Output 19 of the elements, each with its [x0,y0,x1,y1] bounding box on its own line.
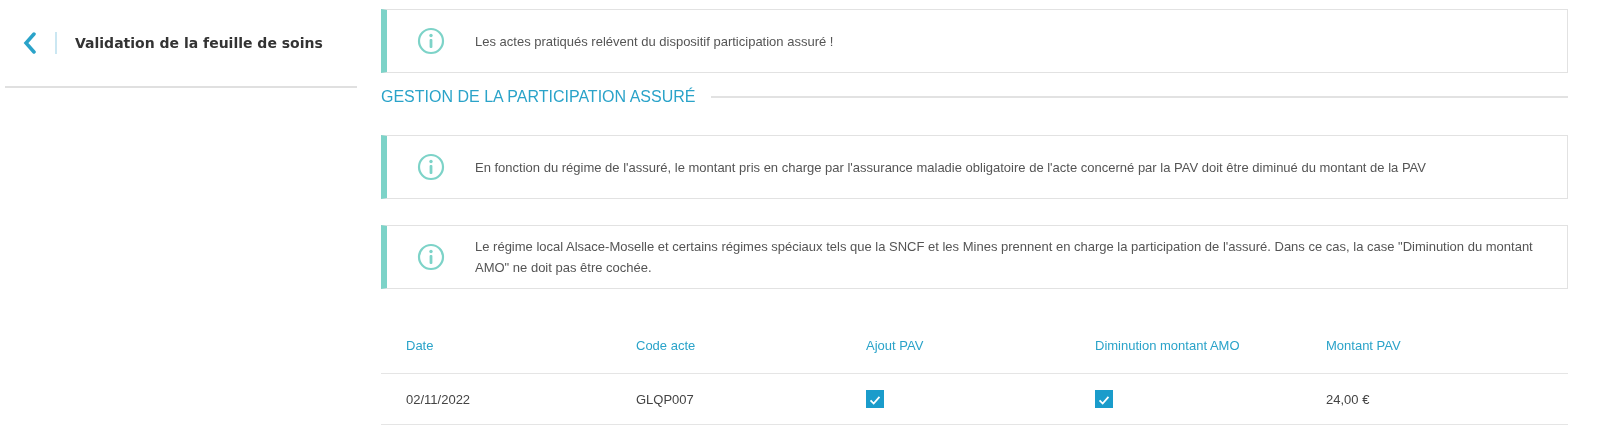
page-title: Validation de la feuille de soins [75,35,323,51]
banner-text: Le régime local Alsace-Moselle et certains régimes spéciaux tels que la SNCF et les Mines prennent en charge la participation de l'assuré. Dans ce cas, la case "Diminution du montant AMO" ne doit pas être cochée. [475,238,1534,277]
column-header: Date [406,337,435,353]
column-header: Code acte [636,337,697,353]
table-cell-text: 02/11/2022 [406,391,472,407]
info-icon [417,153,445,181]
checkbox[interactable] [1095,390,1113,408]
back-chevron-icon[interactable] [23,32,37,54]
info-icon [417,27,445,55]
column-header: Montant PAV [1326,337,1402,353]
column-header: Ajout PAV [866,337,925,353]
banner-text: Les actes pratiqués relévent du dispositif participation assuré ! [475,32,834,51]
table-cell-text: GLQP007 [636,391,695,407]
section-title: GESTION DE LA PARTICIPATION ASSURÉ [381,88,696,106]
info-icon [417,243,445,271]
banner-text: En fonction du régime de l'assuré, le montant pris en charge par l'assurance maladie obligatoire de l'acte concerné par la PAV doit être diminué du montant de la PAV [475,158,1426,177]
column-header: Diminution montant AMO [1095,337,1241,353]
table-cell-text: 24,00 € [1326,391,1371,407]
checkbox[interactable] [866,390,884,408]
